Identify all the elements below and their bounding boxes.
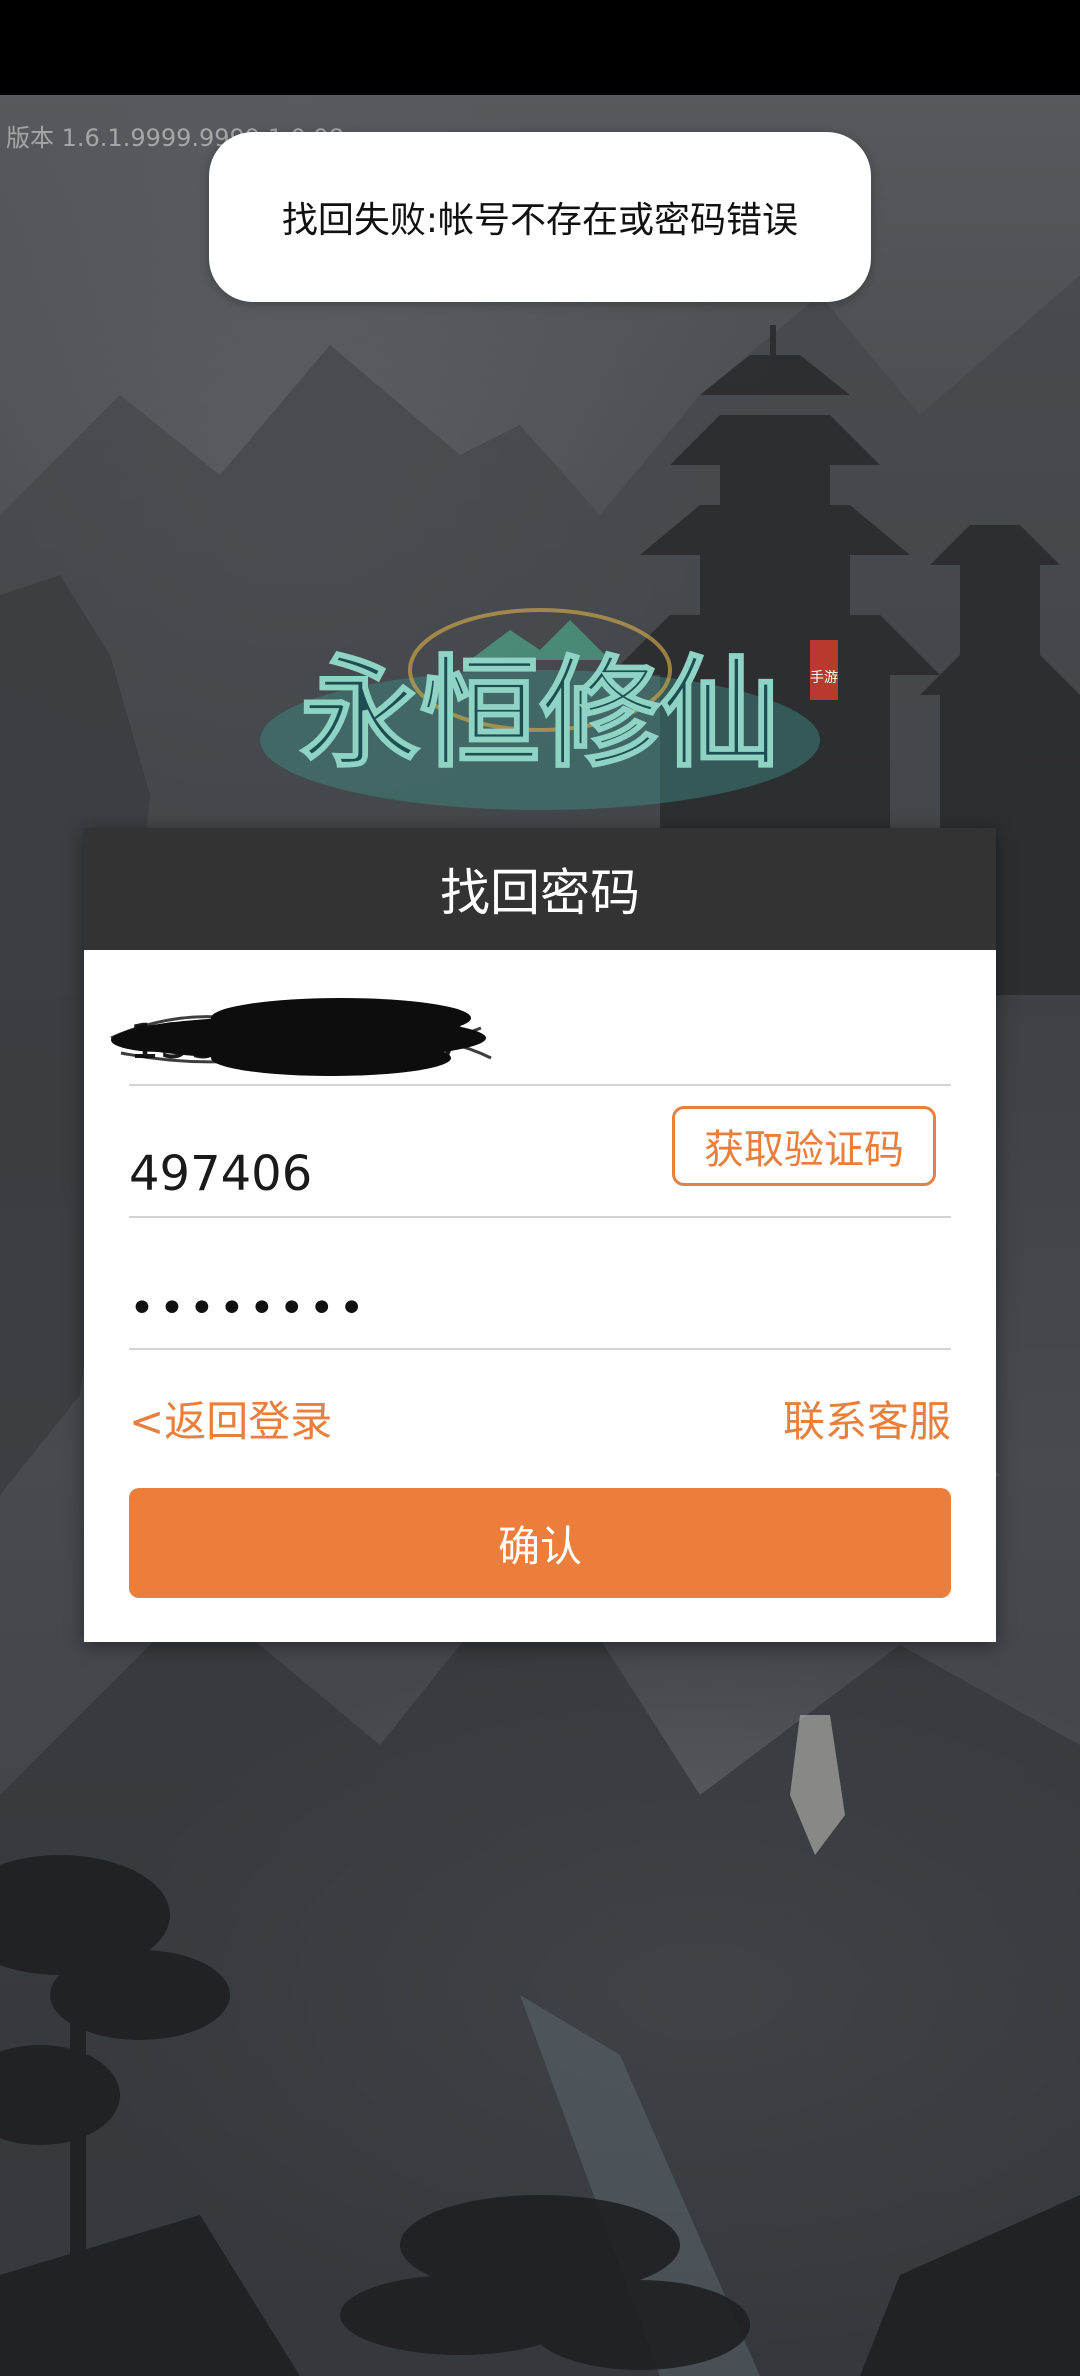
verification-code-field[interactable]: 获取验证码 bbox=[129, 1086, 951, 1218]
phone-field[interactable] bbox=[110, 950, 951, 1086]
error-toast: 找回失败:帐号不存在或密码错误 bbox=[209, 132, 871, 302]
dialog-title: 找回密码 bbox=[440, 864, 640, 922]
status-bar bbox=[0, 0, 1080, 95]
toast-message: 找回失败:帐号不存在或密码错误 bbox=[281, 200, 799, 241]
game-logo: 永恒修仙 手游 bbox=[240, 590, 850, 830]
password-input[interactable]: •••••••• bbox=[129, 1283, 369, 1334]
new-password-field[interactable]: •••••••• bbox=[129, 1218, 951, 1350]
confirm-button[interactable]: 确认 bbox=[129, 1488, 951, 1598]
dialog-links: <返回登录 联系客服 bbox=[129, 1388, 951, 1449]
logo-badge: 手游 bbox=[810, 670, 838, 686]
phone-input[interactable] bbox=[129, 1014, 951, 1070]
recover-password-dialog: 找回密码 获取验证码 •••••••• <返回登录 联系客服 确认 bbox=[84, 828, 996, 1642]
dialog-header: 找回密码 bbox=[84, 828, 996, 950]
logo-title: 永恒修仙 bbox=[300, 643, 780, 784]
get-code-button[interactable]: 获取验证码 bbox=[672, 1106, 936, 1186]
contact-service-link[interactable]: 联系客服 bbox=[783, 1388, 951, 1449]
back-to-login-link[interactable]: <返回登录 bbox=[129, 1388, 332, 1449]
